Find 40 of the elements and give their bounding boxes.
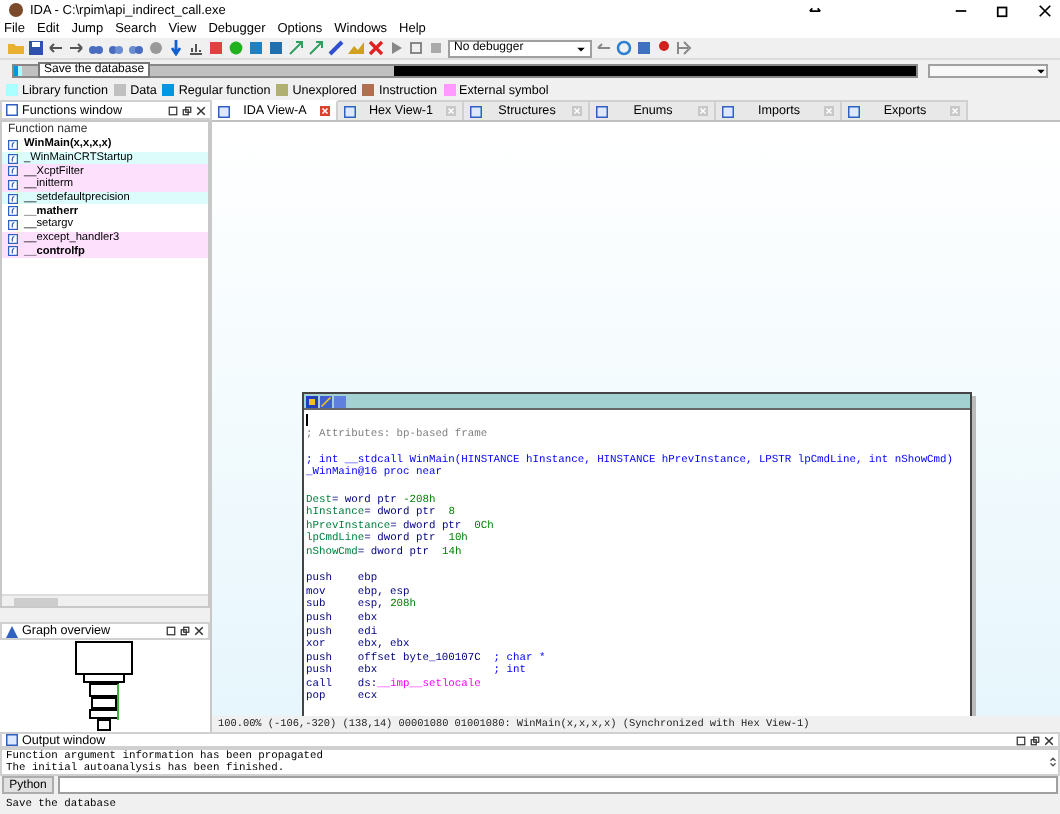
delete-icon[interactable] <box>368 40 384 56</box>
app-icon <box>8 2 24 18</box>
back-arrow-icon[interactable] <box>48 40 64 56</box>
dropdown-arrow-icon[interactable] <box>576 43 586 53</box>
window-icon <box>218 105 230 117</box>
close-icon[interactable] <box>1044 735 1054 745</box>
maximize-icon[interactable] <box>1016 735 1026 745</box>
circle-icon[interactable] <box>228 40 244 56</box>
dropdown-arrow-icon[interactable] <box>1036 65 1046 75</box>
resize-icon[interactable] <box>808 3 822 17</box>
float-icon[interactable] <box>180 626 190 636</box>
window-icon <box>344 105 356 117</box>
float-icon[interactable] <box>1030 735 1040 745</box>
window-icon <box>6 734 18 746</box>
navigation-band[interactable] <box>12 63 918 77</box>
window-icon <box>596 105 608 117</box>
close-icon[interactable] <box>1038 3 1052 17</box>
down-arrow-icon[interactable] <box>168 40 184 56</box>
float-icon[interactable] <box>182 105 192 115</box>
text-cursor <box>306 414 308 426</box>
graph-overview-drawing[interactable] <box>71 640 139 732</box>
maximize-icon[interactable] <box>168 105 178 115</box>
edit-icon[interactable] <box>320 396 332 408</box>
arrow-icon[interactable] <box>308 40 324 56</box>
refresh-icon[interactable] <box>616 40 632 56</box>
chart-icon[interactable] <box>188 40 204 56</box>
command-input[interactable] <box>58 776 1058 794</box>
close-icon[interactable] <box>194 626 204 636</box>
forward-arrow-icon[interactable] <box>68 40 84 56</box>
pause-icon[interactable] <box>408 40 424 56</box>
window-icon <box>470 105 482 117</box>
close-icon[interactable] <box>196 105 206 115</box>
restore-icon[interactable] <box>996 3 1010 17</box>
window-icon <box>848 105 860 117</box>
save-icon[interactable] <box>28 40 44 56</box>
scrollbar[interactable] <box>2 594 208 607</box>
function-icon <box>8 139 18 150</box>
window-icon <box>722 105 734 117</box>
arrow-icon[interactable] <box>288 40 304 56</box>
maximize-icon[interactable] <box>166 626 176 636</box>
